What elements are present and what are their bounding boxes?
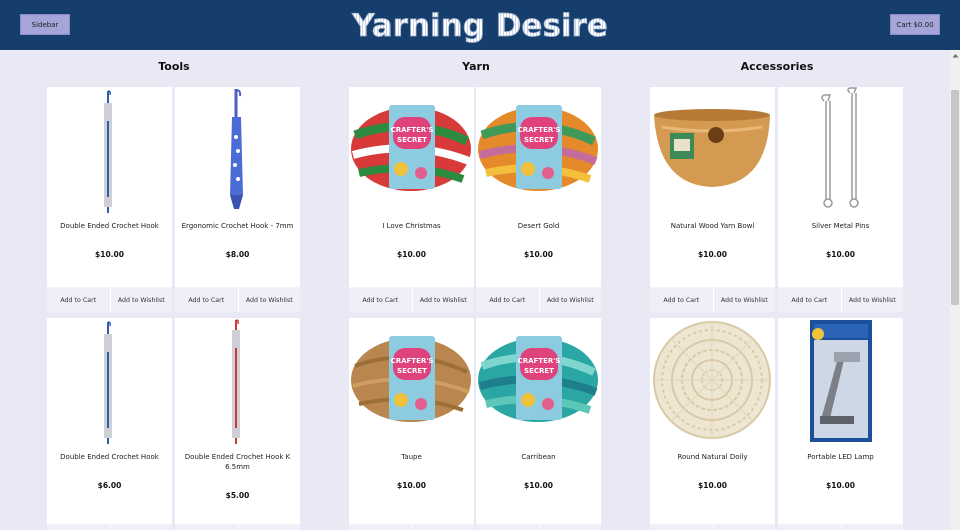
add-to-cart-button[interactable]: Add to Cart	[650, 525, 713, 530]
product-price: $10.00	[826, 481, 855, 490]
site-header: Sidebar Yarning Desire Cart $0.00	[0, 0, 960, 50]
product-name[interactable]: I Love Christmas	[353, 221, 470, 231]
svg-text:SECRET: SECRET	[397, 367, 427, 375]
product-card: CRAFTER'S SECRET I Love Christmas $10.00…	[349, 87, 474, 312]
product-name[interactable]: Double Ended Crochet Hook K 6.5mm	[179, 452, 296, 472]
yarn-taupe-icon[interactable]: CRAFTER'S SECRET	[349, 318, 474, 446]
site-logo: Yarning Desire	[351, 8, 609, 45]
product-card: CRAFTER'S SECRET Desert Gold $10.00 Add …	[476, 87, 601, 312]
svg-text:CRAFTER'S: CRAFTER'S	[518, 357, 561, 365]
product-price: $6.00	[97, 481, 122, 490]
svg-text:CRAFTER'S: CRAFTER'S	[391, 357, 434, 365]
product-price: $5.00	[225, 491, 250, 500]
add-to-wishlist-button[interactable]: Add to Wishlist	[109, 525, 172, 530]
add-to-cart-button[interactable]: Add to Cart	[47, 288, 110, 312]
product-name[interactable]: Taupe	[353, 452, 470, 462]
add-to-cart-button[interactable]: Add to Cart	[778, 525, 841, 530]
product-price: $10.00	[698, 481, 727, 490]
add-to-cart-button[interactable]: Add to Cart	[349, 525, 412, 530]
product-name[interactable]: Carribean	[480, 452, 597, 462]
add-to-cart-button[interactable]: Add to Cart	[476, 288, 539, 312]
add-to-wishlist-button[interactable]: Add to Wishlist	[411, 525, 474, 530]
product-card: CRAFTER'S SECRET Taupe $10.00 Add to Car…	[349, 318, 474, 530]
product-card: Round Natural Doily $10.00 Add to Cart A…	[650, 318, 775, 530]
product-price: $10.00	[397, 481, 426, 490]
add-to-wishlist-button[interactable]: Add to Wishlist	[237, 288, 300, 312]
yarn-christmas-icon[interactable]: CRAFTER'S SECRET	[349, 87, 474, 215]
product-name[interactable]: Portable LED Lamp	[782, 452, 899, 462]
product-price: $10.00	[397, 250, 426, 259]
ergonomic-hook-icon[interactable]	[175, 87, 300, 215]
add-to-cart-button[interactable]: Add to Cart	[175, 288, 238, 312]
product-card: Silver Metal Pins $10.00 Add to Cart Add…	[778, 87, 903, 312]
column-title-tools: Tools	[158, 60, 190, 73]
crochet-hook-blue-icon[interactable]	[47, 318, 172, 446]
product-card: Ergonomic Crochet Hook - 7mm $8.00 Add t…	[175, 87, 300, 312]
svg-text:CRAFTER'S: CRAFTER'S	[391, 126, 434, 134]
led-lamp-icon[interactable]	[778, 318, 903, 446]
product-card: Double Ended Crochet Hook $10.00 Add to …	[47, 87, 172, 312]
add-to-cart-button[interactable]: Add to Cart	[349, 288, 412, 312]
column-title-yarn: Yarn	[462, 60, 490, 73]
site-logo-text: Yarning Desire	[351, 8, 608, 44]
sidebar-button[interactable]: Sidebar	[20, 14, 70, 35]
product-name[interactable]: Natural Wood Yarn Bowl	[654, 221, 771, 231]
add-to-cart-button[interactable]: Add to Cart	[476, 525, 539, 530]
add-to-wishlist-button[interactable]: Add to Wishlist	[712, 525, 775, 530]
product-price: $10.00	[524, 481, 553, 490]
doily-icon[interactable]	[650, 318, 775, 446]
product-card: Portable LED Lamp $10.00 Add to Cart Add…	[778, 318, 903, 530]
add-to-cart-button[interactable]: Add to Cart	[778, 288, 841, 312]
svg-text:SECRET: SECRET	[524, 136, 554, 144]
safety-pins-icon[interactable]	[778, 87, 903, 215]
product-price: $10.00	[524, 250, 553, 259]
scrollbar-thumb[interactable]	[951, 90, 959, 305]
svg-text:SECRET: SECRET	[524, 367, 554, 375]
crochet-hook-red-icon[interactable]	[175, 318, 300, 446]
svg-text:CRAFTER'S: CRAFTER'S	[518, 126, 561, 134]
column-title-accessories: Accessories	[740, 60, 814, 73]
add-to-wishlist-button[interactable]: Add to Wishlist	[840, 525, 903, 530]
product-name[interactable]: Silver Metal Pins	[782, 221, 899, 231]
add-to-wishlist-button[interactable]: Add to Wishlist	[237, 525, 300, 530]
product-card: Double Ended Crochet Hook K 6.5mm $5.00 …	[175, 318, 300, 530]
product-price: $10.00	[95, 250, 124, 259]
yarn-bowl-icon[interactable]	[650, 87, 775, 215]
product-name[interactable]: Double Ended Crochet Hook	[51, 221, 168, 231]
add-to-wishlist-button[interactable]: Add to Wishlist	[538, 288, 601, 312]
product-name[interactable]: Ergonomic Crochet Hook - 7mm	[179, 221, 296, 231]
product-price: $10.00	[698, 250, 727, 259]
add-to-cart-button[interactable]: Add to Cart	[47, 525, 110, 530]
add-to-wishlist-button[interactable]: Add to Wishlist	[712, 288, 775, 312]
product-card: CRAFTER'S SECRET Carribean $10.00 Add to…	[476, 318, 601, 530]
product-card: Double Ended Crochet Hook $6.00 Add to C…	[47, 318, 172, 530]
product-price: $8.00	[225, 250, 250, 259]
add-to-cart-button[interactable]: Add to Cart	[650, 288, 713, 312]
product-name[interactable]: Double Ended Crochet Hook	[51, 452, 168, 462]
product-name[interactable]: Desert Gold	[480, 221, 597, 231]
product-price: $10.00	[826, 250, 855, 259]
add-to-wishlist-button[interactable]: Add to Wishlist	[840, 288, 903, 312]
product-name[interactable]: Round Natural Doily	[654, 452, 771, 462]
yarn-desert-gold-icon[interactable]: CRAFTER'S SECRET	[476, 87, 601, 215]
add-to-wishlist-button[interactable]: Add to Wishlist	[538, 525, 601, 530]
svg-text:SECRET: SECRET	[397, 136, 427, 144]
add-to-wishlist-button[interactable]: Add to Wishlist	[109, 288, 172, 312]
crochet-hook-blue-icon[interactable]	[47, 87, 172, 215]
page-scrollbar[interactable]	[950, 50, 960, 530]
cart-button[interactable]: Cart $0.00	[890, 14, 940, 35]
product-card: Natural Wood Yarn Bowl $10.00 Add to Car…	[650, 87, 775, 312]
scroll-up-arrow-icon[interactable]	[950, 50, 960, 60]
add-to-cart-button[interactable]: Add to Cart	[175, 525, 238, 530]
yarn-carribean-icon[interactable]: CRAFTER'S SECRET	[476, 318, 601, 446]
add-to-wishlist-button[interactable]: Add to Wishlist	[411, 288, 474, 312]
